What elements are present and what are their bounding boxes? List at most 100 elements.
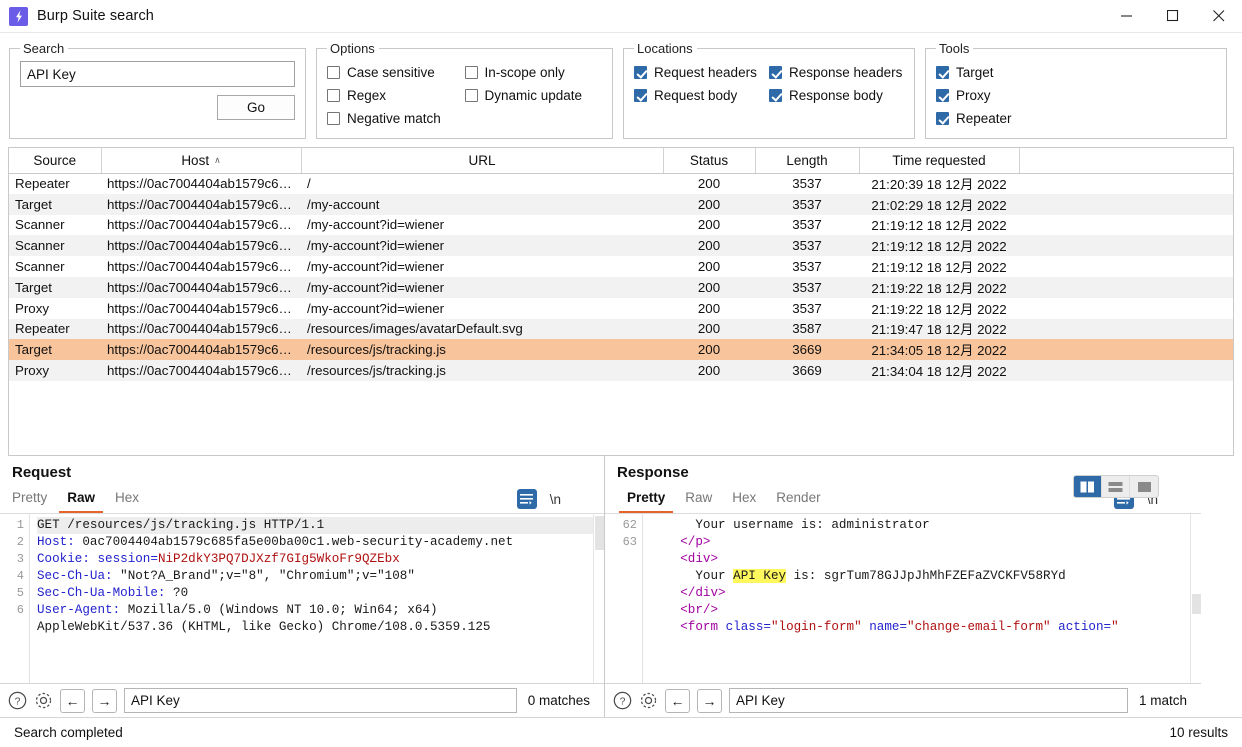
response-scroll-thumb[interactable] [1192,594,1201,614]
find-next-button[interactable]: → [697,688,722,713]
search-input[interactable] [20,61,295,87]
column-header-url[interactable]: URL [301,148,664,174]
gear-icon[interactable] [639,691,658,710]
tab-request-pretty[interactable]: Pretty [12,485,57,513]
table-row[interactable]: Scanner https://0ac7004404ab1579c685… /m… [9,256,1233,277]
hamburger-menu-icon[interactable] [1171,493,1187,505]
request-scrollbar[interactable] [593,514,604,683]
column-header-host[interactable]: Host ∧ [101,148,302,174]
request-code[interactable]: GET /resources/js/tracking.js HTTP/1.1 Ho… [30,514,604,683]
code-line: Sec-Ch-Ua-Mobile: ?0 [37,585,604,602]
table-row[interactable]: Scanner https://0ac7004404ab1579c685… /m… [9,214,1233,236]
table-row-selected[interactable]: Target https://0ac7004404ab1579c685… /re… [9,339,1233,361]
cell-host: https://0ac7004404ab1579c685… [101,360,301,381]
cell-time: 21:19:22 18 12月 2022 [859,276,1019,298]
side-by-side-layout-button[interactable] [1074,476,1102,497]
cell-time: 21:19:22 18 12月 2022 [859,297,1019,319]
hamburger-menu-icon[interactable] [574,493,590,505]
newline-toggle-icon[interactable]: \n [550,492,561,507]
word-wrap-icon[interactable] [516,489,537,509]
cell-length: 3537 [755,173,859,194]
response-find-input[interactable] [729,688,1128,713]
cell-time: 21:34:05 18 12月 2022 [859,339,1019,361]
cell-time: 21:20:39 18 12月 2022 [859,173,1019,194]
checkbox-dynamic-update[interactable]: Dynamic update [464,84,603,107]
locations-checkbox-grid: Request headers Response headers Request… [634,61,904,107]
cell-url: / [301,173,663,194]
cell-time: 21:34:04 18 12月 2022 [859,360,1019,381]
tab-response-render[interactable]: Render [766,485,830,513]
search-results-table[interactable]: Source Host ∧ URL Status Length Time requ… [8,147,1234,456]
find-previous-button[interactable]: ← [60,688,85,713]
column-header-length[interactable]: Length [755,148,860,174]
options-checkbox-grid: Case sensitive In-scope only Regex Dynam… [327,61,602,130]
help-circle-icon[interactable]: ? [613,691,632,710]
code-line: User-Agent: Mozilla/5.0 (Windows NT 10.0… [37,602,604,619]
checkbox-label: In-scope only [484,65,565,80]
checkbox-request-headers[interactable]: Request headers [634,61,769,84]
code-line: Host: 0ac7004404ab1579c685fa5e00ba00c1.w… [37,534,604,551]
checkbox-response-headers[interactable]: Response headers [769,61,904,84]
response-editor[interactable]: 62 63 Your username is: administrator </… [605,513,1201,683]
tab-response-raw[interactable]: Raw [675,485,722,513]
checkbox-request-body[interactable]: Request body [634,84,769,107]
cell-source: Repeater [9,318,101,340]
code-tag: <div> [680,552,719,566]
response-scrollbar[interactable] [1190,514,1201,683]
single-pane-layout-button[interactable] [1130,476,1158,497]
stacked-layout-button[interactable] [1102,476,1130,497]
checkbox-target[interactable]: Target [936,61,1216,84]
code-header: Sec-Ch-Ua: [37,569,113,583]
go-button[interactable]: Go [217,95,295,120]
code-line: Cookie: session=NiP2dkY3PQ7DJXzf7GIg5Wko… [37,551,604,568]
find-previous-button[interactable]: ← [665,688,690,713]
locations-group-legend: Locations [637,41,693,56]
request-find-input[interactable] [124,688,517,713]
column-header-status[interactable]: Status [663,148,756,174]
code-text: is: sgrTum78GJJpJhMhFZEFaZVCKFV58RYd [786,569,1066,583]
column-header-source[interactable]: Source [9,148,102,174]
minimize-icon[interactable] [1104,0,1150,33]
cell-url: /my-account?id=wiener [301,297,663,319]
tab-request-hex[interactable]: Hex [105,485,149,513]
table-row[interactable]: Scanner https://0ac7004404ab1579c685… /m… [9,235,1233,257]
code-tag: </p> [680,535,711,549]
request-tabs: Pretty Raw Hex \n [0,485,604,513]
close-icon[interactable] [1196,0,1242,33]
checkbox-proxy[interactable]: Proxy [936,84,1216,107]
checkbox-repeater[interactable]: Repeater [936,107,1216,130]
request-pane: Request Pretty Raw Hex \n 1 2 3 4 5 6 GE… [0,456,605,717]
find-next-button[interactable]: → [92,688,117,713]
cell-status: 200 [663,276,755,298]
options-group-legend: Options [330,41,375,56]
table-row[interactable]: Target https://0ac7004404ab1579c685… /my… [9,276,1233,298]
tab-request-raw[interactable]: Raw [57,485,105,513]
table-row[interactable]: Repeater https://0ac7004404ab1579c685… /… [9,173,1233,194]
code-line: Your API Key is: sgrTum78GJJpJhMhFZEFaZV… [650,568,1201,585]
tab-response-pretty[interactable]: Pretty [617,485,675,513]
help-circle-icon[interactable]: ? [8,691,27,710]
cell-host: https://0ac7004404ab1579c685… [101,339,301,361]
cell-url: /my-account?id=wiener [301,235,663,257]
table-row[interactable]: Repeater https://0ac7004404ab1579c685… /… [9,318,1233,340]
table-row[interactable]: Proxy https://0ac7004404ab1579c685… /my-… [9,297,1233,319]
request-editor[interactable]: 1 2 3 4 5 6 GET /resources/js/tracking.j… [0,513,604,683]
maximize-icon[interactable] [1150,0,1196,33]
checkbox-regex[interactable]: Regex [327,84,465,107]
request-scroll-thumb[interactable] [595,516,604,550]
checkbox-label: Proxy [956,88,991,103]
tab-response-hex[interactable]: Hex [722,485,766,513]
column-header-time-requested[interactable]: Time requested [859,148,1020,174]
gear-icon[interactable] [34,691,53,710]
table-body: Repeater https://0ac7004404ab1579c685… /… [9,173,1233,381]
table-row[interactable]: Proxy https://0ac7004404ab1579c685… /res… [9,360,1233,381]
table-row[interactable]: Target https://0ac7004404ab1579c685… /my… [9,193,1233,215]
response-code[interactable]: Your username is: administrator </p> <di… [643,514,1201,683]
cell-status: 200 [663,235,755,257]
checkbox-response-body[interactable]: Response body [769,84,904,107]
checkbox-negative-match[interactable]: Negative match [327,107,465,130]
cell-source: Repeater [9,173,101,194]
checkbox-in-scope-only[interactable]: In-scope only [464,61,603,84]
cell-url: /my-account [301,193,663,215]
checkbox-case-sensitive[interactable]: Case sensitive [327,61,465,84]
